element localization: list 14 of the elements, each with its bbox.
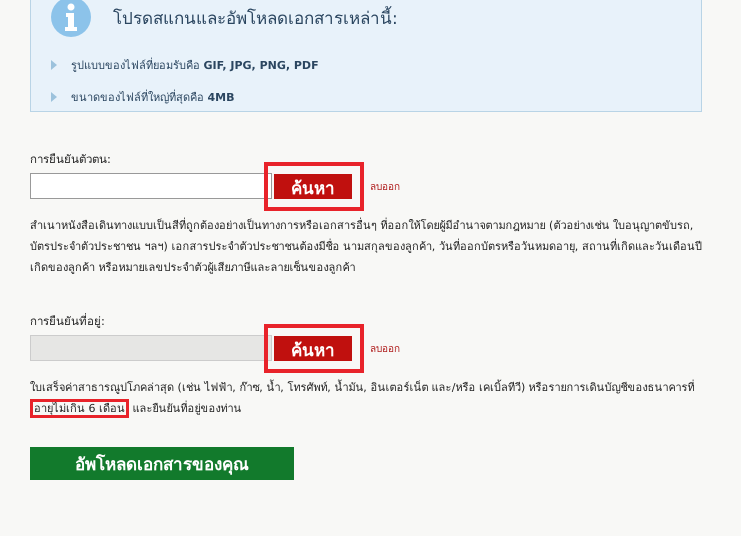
info-item: ขนาดของไฟล์ที่ใหญ่ที่สุดคือ 4MB <box>71 88 234 106</box>
search-button[interactable]: ค้นหา <box>274 174 352 198</box>
info-icon <box>51 0 91 37</box>
file-field[interactable] <box>30 173 272 199</box>
description-text: สำเนาหนังสือเดินทางแบบเป็นสีที่ถูกต้องอย่างเป็นทางการหรือเอกสารอื่นๆ ที่ออกให้โดยผู้มีอำนาจตามกฎหมาย (ตัวอย่างเช่น ใบอนุญาตขับรถ, บัตรประจำตัวประชาชน ฯลฯ) เอกสารประจำตัวประชาชนต้องมีชื่อ นามสกุลของลูกค้า, วันที่ออกบัตรหรือวันหมดอายุ, สถานที่เกิดและวันเดือนปีเกิดของลูกค้า หรือหมายเลขประจำตัวผู้เสียภาษีและลายเซ็นของลูกค้า <box>30 216 702 276</box>
triangle-bullet-icon <box>51 92 57 102</box>
field-label: การยืนยันที่อยู่: <box>30 312 106 330</box>
triangle-bullet-icon <box>51 60 57 70</box>
upload-button[interactable]: อัพโหลดเอกสารของคุณ <box>30 447 294 480</box>
info-item: รูปแบบของไฟล์ที่ยอมรับคือ GIF, JPG, PNG, PDF <box>71 56 319 74</box>
remove-link[interactable]: ลบออก <box>370 178 400 194</box>
field-label: การยืนยันตัวตน: <box>30 151 112 168</box>
info-title: โปรดสแกนและอัพโหลดเอกสารเหล่านี้: <box>113 4 398 30</box>
description-text: ใบเสร็จค่าสาธารณูปโภคล่าสุด (เช่น ไฟฟ้า, ก๊าซ, น้ำ, โทรศัพท์, น้ำมัน, อินเตอร์เน็ต และ/หรือ เคเบิ้ลทีวี) หรือรายการเดินบัญชีของธนาคารที่ อายุไม่เกิน 6 เดือน และยืนยันที่อยู่ของท่าน <box>30 377 702 419</box>
